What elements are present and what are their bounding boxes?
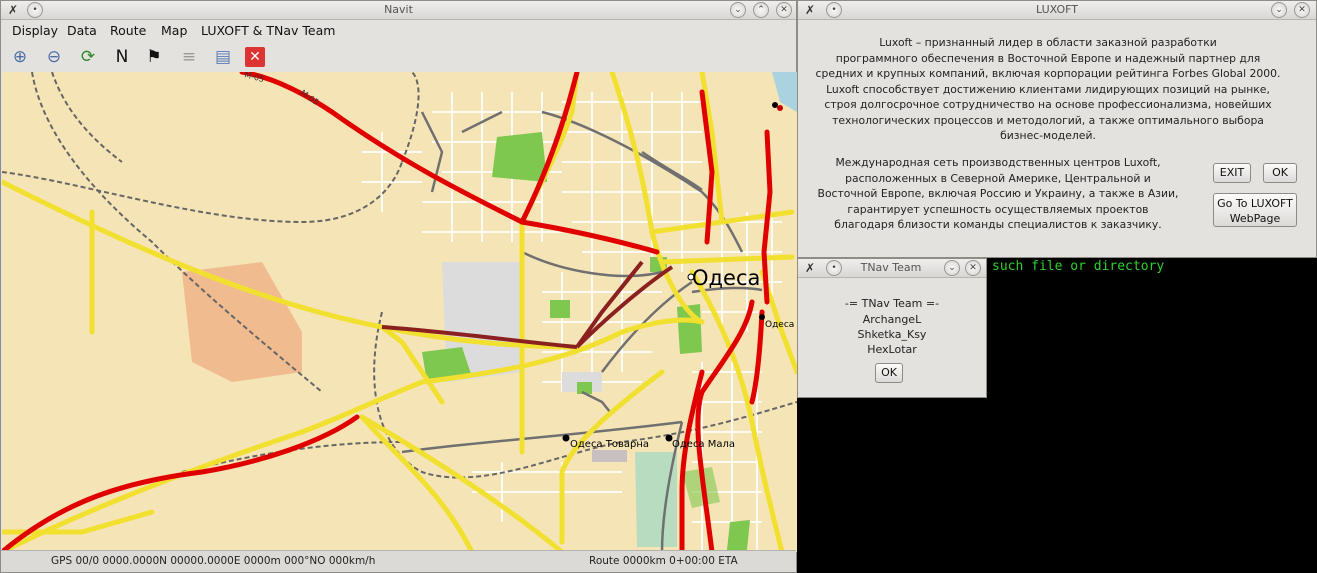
park	[492, 132, 547, 182]
station-marker	[777, 105, 783, 111]
maximize-button[interactable]: ⌃	[753, 2, 769, 18]
text-line: Международная сеть производственных цент…	[835, 156, 1161, 169]
road-label: M-05	[299, 88, 321, 107]
city-label-small: Одеса	[765, 320, 794, 330]
quit-icon[interactable]: ✕	[245, 47, 265, 67]
station-label-tovarna: Одеса Товарна	[570, 439, 649, 450]
navit-window: ✗ • Navit ⌄ ⌃ ✕ Display Data Route Map L…	[0, 0, 797, 573]
navit-titlebar[interactable]: ✗ • Navit ⌄ ⌃ ✕	[1, 1, 796, 20]
zoom-in-icon[interactable]: ⊕	[8, 45, 32, 69]
close-button[interactable]: ✕	[965, 260, 981, 276]
text-line: благодаря близости команды специалистов …	[834, 218, 1162, 231]
building	[592, 450, 627, 462]
close-button[interactable]: ✕	[776, 2, 792, 18]
gps-status: GPS 00/0 0000.0000N 00000.0000E 0000m 00…	[51, 555, 376, 567]
terminal-output: such file or directory	[992, 259, 1165, 274]
tnav-dialog: ✗ • TNav Team ⌄ ✕ -= TNav Team =- Archan…	[797, 258, 987, 398]
window-title: LUXOFT	[1036, 3, 1078, 16]
tnav-ok-button[interactable]: OK	[875, 363, 903, 383]
close-button[interactable]: ✕	[1294, 2, 1310, 18]
exit-button[interactable]: EXIT	[1213, 163, 1251, 183]
city-label: Одеса	[692, 266, 760, 290]
refresh-icon[interactable]: ⟳	[76, 45, 100, 69]
station-label-mala: Одеса Мала	[672, 439, 735, 450]
destination-flag-icon[interactable]: ⚑	[142, 45, 166, 69]
station-marker	[562, 434, 570, 442]
menubar: Display Data Route Map LUXOFT & TNav Tea…	[1, 20, 796, 42]
luxoft-description: Luxoft – признанный лидер в области зака…	[808, 35, 1288, 144]
toolbar: ⊕ ⊖ ⟳ N ⚑ ≡ ▤ ✕	[1, 42, 796, 72]
menu-display[interactable]: Display	[12, 23, 58, 38]
residential-area	[182, 262, 302, 382]
park	[727, 520, 750, 550]
text-line: Luxoft – признанный лидер в области зака…	[879, 36, 1217, 49]
text-line: гарантирует успешность осуществляемых пр…	[847, 202, 1149, 216]
minimize-button[interactable]: ⌄	[730, 2, 746, 18]
menu-route[interactable]: Route	[110, 23, 146, 38]
cemetery-area	[635, 452, 677, 547]
route-status: Route 0000km 0+00:00 ETA	[589, 555, 738, 567]
text-line: расположенных в Северной Америке, Центра…	[845, 171, 1151, 185]
text-line: программного обеспечения в Восточной Евр…	[835, 51, 1261, 65]
road-label: M-05	[243, 72, 265, 84]
map-view[interactable]: Одеса Одеса M-05 M-05 Одеса Товарна Одес…	[2, 72, 797, 552]
minimize-button[interactable]: ⌄	[944, 260, 960, 276]
menu-map[interactable]: Map	[161, 23, 187, 38]
text-line: технологических процессов и методологий,…	[832, 113, 1264, 127]
luxoft-titlebar[interactable]: ✗ • LUXOFT ⌄ ✕	[798, 1, 1316, 20]
north-orientation-icon[interactable]: N	[110, 45, 134, 69]
zoom-out-icon[interactable]: ⊖	[42, 45, 66, 69]
luxoft-dialog: ✗ • LUXOFT ⌄ ✕ Luxoft – признанный лидер…	[797, 0, 1317, 258]
luxoft-network-description: Международная сеть производственных цент…	[808, 155, 1188, 233]
go-to-webpage-button[interactable]: Go To LUXOFT WebPage	[1213, 193, 1297, 227]
text-line: строя долгосрочное сотрудничество на осн…	[824, 98, 1272, 111]
tnav-heading: -= TNav Team =-	[844, 297, 940, 310]
menu-data[interactable]: Data	[67, 23, 97, 38]
menu-luxoft-tnav[interactable]: LUXOFT & TNav Team	[201, 23, 335, 38]
tnav-titlebar[interactable]: ✗ • TNav Team ⌄ ✕	[798, 259, 986, 278]
text-line: Luxoft способствует достижению клиентами…	[826, 82, 1270, 96]
webpage-button-label-line1: Go To LUXOFT	[1217, 197, 1293, 210]
window-title: Navit	[384, 3, 413, 16]
tnav-member: ArchangeL	[862, 313, 922, 326]
webpage-button-label-line2: WebPage	[1229, 212, 1281, 225]
minimize-button[interactable]: ⌄	[1271, 2, 1287, 18]
station-marker	[772, 102, 778, 108]
tnav-member: HexLotar	[867, 343, 917, 356]
ok-button[interactable]: OK	[1263, 163, 1297, 183]
park	[550, 300, 570, 318]
text-line: Восточной Европе, включая Россию и Украи…	[817, 187, 1179, 200]
text-line: средних и крупных компаний, включая корп…	[815, 67, 1281, 80]
text-line: бизнес-моделей.	[1000, 129, 1096, 142]
notes-icon[interactable]: ▤	[211, 45, 235, 69]
map-canvas[interactable]: Одеса Одеса M-05 M-05 Одеса Товарна Одес…	[2, 72, 797, 552]
tnav-member: Shketka_Ksy	[857, 328, 927, 341]
list-icon[interactable]: ≡	[177, 45, 201, 69]
statusbar: GPS 00/0 0000.0000N 00000.0000E 0000m 00…	[1, 550, 796, 572]
